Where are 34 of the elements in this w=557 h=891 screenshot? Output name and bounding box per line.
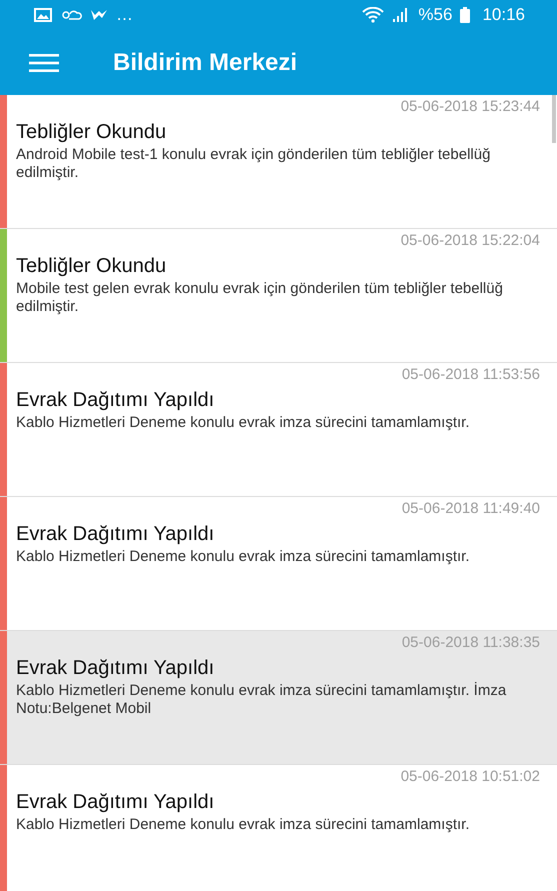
notification-message: Kablo Hizmetleri Deneme konulu evrak imza sürecini tamamlamıştır. <box>16 816 470 834</box>
notification-item[interactable]: 05-06-2018 11:53:56 Evrak Dağıtımı Yapıldı Kablo Hizmetleri Deneme konulu evrak imza sürecini tamamlamıştır. <box>0 363 557 497</box>
notification-title: Evrak Dağıtımı Yapıldı <box>16 523 216 546</box>
menu-icon[interactable] <box>29 54 59 72</box>
notification-date: 05-06-2018 11:53:56 <box>402 366 540 383</box>
notification-date: 05-06-2018 10:51:02 <box>400 768 540 785</box>
notification-message: Kablo Hizmetleri Deneme konulu evrak imza sürecini tamamlamıştır. <box>16 548 470 566</box>
notification-message: Mobile test gelen evrak konulu evrak için gönderilen tüm tebliğler tebellüğ edilmiştir. <box>16 280 504 316</box>
scrollbar[interactable] <box>552 95 556 143</box>
notification-message: Android Mobile test-1 konulu evrak için gönderilen tüm tebliğler tebellüğ edilmiştir. <box>16 146 492 182</box>
notification-item[interactable]: 05-06-2018 11:49:40 Evrak Dağıtımı Yapıldı Kablo Hizmetleri Deneme konulu evrak imza sürecini tamamlamıştır. <box>0 497 557 631</box>
notification-date: 05-06-2018 15:22:04 <box>400 232 540 249</box>
notification-item[interactable]: 05-06-2018 15:22:04 Tebliğler Okundu Mobile test gelen evrak konulu evrak için gönderilen tüm tebliğler tebellüğ edilmiştir. <box>0 229 557 363</box>
notification-date: 05-06-2018 11:38:35 <box>402 634 540 651</box>
notification-item[interactable]: 05-06-2018 11:38:35 Evrak Dağıtımı Yapıldı Kablo Hizmetleri Deneme konulu evrak imza sürecini tamamlamıştır. İmza Notu:Belgenet Mobil <box>0 631 557 765</box>
notification-title: Evrak Dağıtımı Yapıldı <box>16 791 216 814</box>
notification-date: 05-06-2018 11:49:40 <box>402 500 540 517</box>
more-notifications-indicator: … <box>116 5 133 25</box>
notification-title: Tebliğler Okundu <box>16 255 168 278</box>
wifi-icon <box>362 7 384 23</box>
notification-message: Kablo Hizmetleri Deneme konulu evrak imza sürecini tamamlamıştır. <box>16 414 470 432</box>
battery-percentage: %56 <box>418 5 452 25</box>
app-title: Bildirim Merkezi <box>113 48 298 76</box>
notification-date: 05-06-2018 15:23:44 <box>400 98 540 115</box>
notification-item[interactable]: 05-06-2018 15:23:44 Tebliğler Okundu Android Mobile test-1 konulu evrak için gönderilen tüm tebliğler tebellüğ edilmiştir. <box>0 95 557 229</box>
check-icon <box>90 8 108 22</box>
clock: 10:16 <box>482 5 525 25</box>
image-icon <box>34 8 52 22</box>
notification-message: Kablo Hizmetleri Deneme konulu evrak imza sürecini tamamlamıştır. İmza Notu:Belgenet Mobil <box>16 682 508 718</box>
notification-title: Evrak Dağıtımı Yapıldı <box>16 389 216 412</box>
notification-title: Evrak Dağıtımı Yapıldı <box>16 657 216 680</box>
battery-icon <box>460 7 470 23</box>
weather-icon <box>60 8 82 22</box>
notification-title: Tebliğler Okundu <box>16 121 168 144</box>
